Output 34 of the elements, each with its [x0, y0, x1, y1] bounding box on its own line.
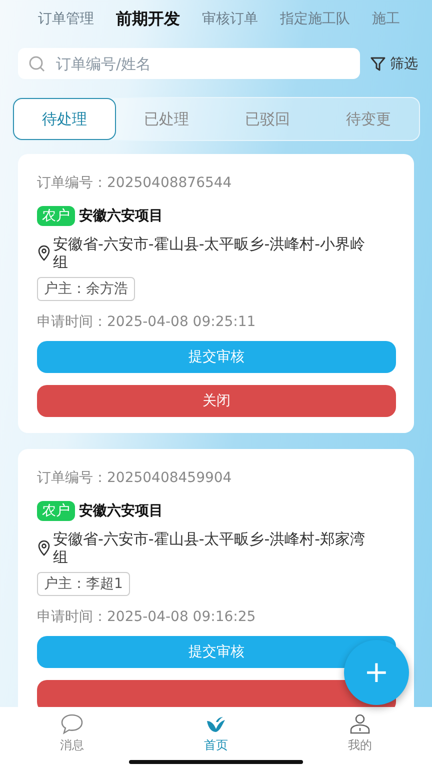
location-pin-icon [37, 540, 51, 556]
nav-item[interactable]: 我的 [288, 707, 432, 768]
nav-item[interactable]: 消息 [0, 707, 144, 768]
apply-time: 申请时间：2025-04-08 09:25:11 [37, 313, 257, 331]
search-field[interactable]: 订单编号/姓名 [18, 48, 360, 79]
chat-bubble-icon [60, 713, 84, 735]
search-icon [28, 55, 46, 73]
address: 安徽省-六安市-霍山县-太平畈乡-洪峰村-小界岭组 [53, 235, 366, 271]
category-tab[interactable]: 订单管理 [38, 9, 94, 36]
category-tab[interactable]: 施工 [372, 9, 400, 36]
submit-button[interactable]: 提交审核 [37, 341, 396, 373]
status-tab[interactable]: 已处理 [116, 98, 217, 140]
location-pin-icon [37, 245, 51, 261]
order-number: 订单编号：20250408876544 [37, 174, 233, 192]
project-name: 安徽六安项目 [79, 502, 163, 520]
status-tab[interactable]: 已驳回 [217, 98, 318, 140]
apply-time: 申请时间：2025-04-08 09:16:25 [37, 608, 257, 626]
category-tab[interactable]: 前期开发 [116, 9, 180, 36]
user-icon [348, 713, 372, 735]
status-tab[interactable]: 待变更 [318, 98, 419, 140]
project-name: 安徽六安项目 [79, 207, 163, 225]
filter-button[interactable]: 筛选 [370, 54, 418, 72]
category-tab[interactable]: 指定施工队 [280, 9, 350, 36]
owner-label: 户主：李超1 [37, 572, 130, 596]
type-tag: 农户 [37, 501, 75, 521]
address: 安徽省-六安市-霍山县-太平畈乡-洪峰村-郑家湾组 [53, 530, 366, 566]
filter-icon [370, 56, 386, 72]
status-tab[interactable]: 待处理 [13, 98, 116, 140]
owner-label: 户主：余方浩 [37, 277, 135, 301]
category-tab[interactable]: 审核订单 [202, 9, 258, 36]
nav-item[interactable]: 首页 [144, 707, 288, 768]
type-tag: 农户 [37, 206, 75, 226]
order-number: 订单编号：20250408459904 [37, 469, 233, 487]
close-button[interactable]: 关闭 [37, 385, 396, 417]
